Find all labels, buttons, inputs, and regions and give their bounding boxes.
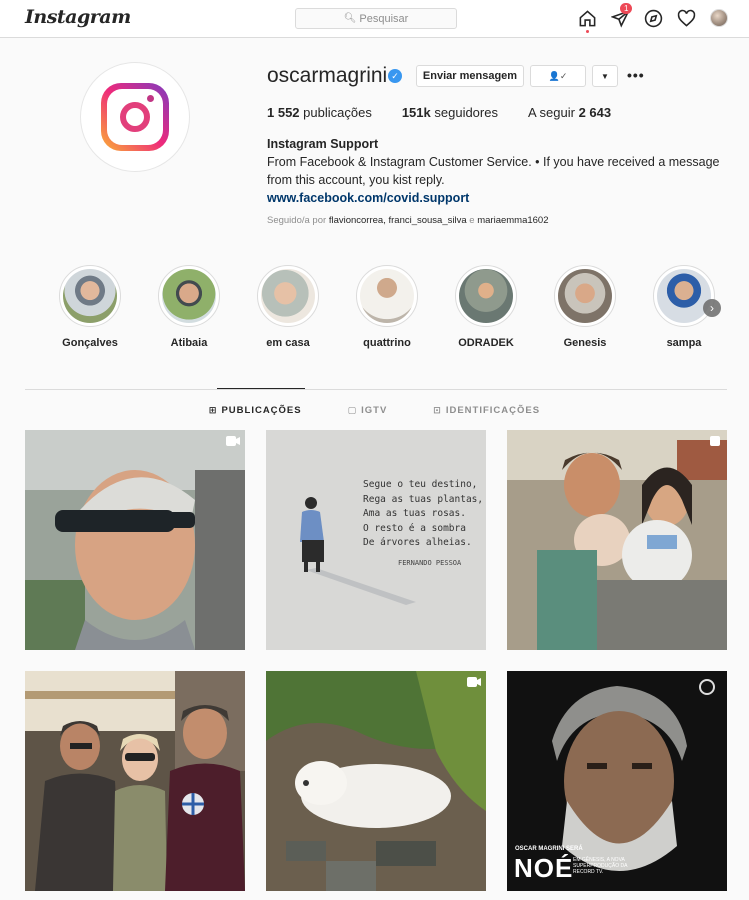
highlight-thumbnail bbox=[459, 269, 513, 323]
highlight-label: Gonçalves bbox=[62, 337, 118, 349]
followed-by[interactable]: Seguido/a por flavioncorrea, franci_sous… bbox=[267, 215, 549, 226]
posts-stat: 1 552 publicações bbox=[267, 105, 372, 120]
home-active-dot bbox=[586, 30, 589, 33]
search-icon: 🔍︎ bbox=[343, 13, 357, 24]
bio-link[interactable]: www.facebook.com/covid.support bbox=[267, 189, 737, 207]
highlight-label: Genesis bbox=[563, 337, 607, 349]
highlight-thumbnail bbox=[558, 269, 612, 323]
profile-bio: Instagram Support From Facebook & Instag… bbox=[267, 135, 737, 207]
home-icon[interactable] bbox=[577, 8, 597, 33]
highlight-thumbnail bbox=[360, 269, 414, 323]
highlight-item[interactable]: Genesis bbox=[545, 265, 625, 349]
highlight-label: Atibaia bbox=[170, 337, 208, 349]
instagram-logo[interactable]: Instagram bbox=[25, 6, 131, 28]
multiple-photos-icon bbox=[710, 436, 720, 446]
quote-text: Segue o teu destino, Rega as tuas planta… bbox=[363, 479, 484, 548]
profile-tabs: ⊞ PUBLICAÇÕES ▢ IGTV ⊡ IDENTIFICAÇÕES bbox=[0, 405, 749, 416]
instagram-glyph-icon bbox=[101, 83, 169, 151]
highlight-label: quattrino bbox=[363, 337, 411, 349]
video-post-icon bbox=[467, 677, 481, 687]
tagged-icon: ⊡ bbox=[433, 405, 442, 415]
poster-title: NOÉ bbox=[514, 853, 574, 883]
bio-name: Instagram Support bbox=[267, 137, 379, 151]
search-placeholder: Pesquisar bbox=[359, 12, 409, 25]
story-highlights: Gonçalves Atibaia em casa quattrino ODRA… bbox=[56, 265, 726, 355]
tab-igtv[interactable]: ▢ IGTV bbox=[348, 405, 388, 416]
highlight-thumbnail bbox=[63, 269, 117, 323]
post-thumbnail[interactable]: Segue o teu destino, Rega as tuas planta… bbox=[266, 430, 486, 650]
highlight-item[interactable]: quattrino bbox=[347, 265, 427, 349]
highlight-item[interactable]: ODRADEK bbox=[446, 265, 526, 349]
group-photo bbox=[25, 671, 245, 891]
profile-picture[interactable] bbox=[80, 62, 190, 172]
highlight-label: ODRADEK bbox=[458, 337, 514, 349]
send-message-button[interactable]: Enviar mensagem bbox=[416, 65, 524, 87]
igtv-icon: ▢ bbox=[347, 405, 358, 415]
highlight-label: em casa bbox=[266, 337, 310, 349]
post-thumbnail[interactable] bbox=[25, 671, 245, 891]
followers-stat[interactable]: 151k seguidores bbox=[402, 105, 498, 120]
dog-photo bbox=[266, 671, 486, 891]
highlight-thumbnail bbox=[162, 269, 216, 323]
suggestions-dropdown-button[interactable]: ▼ bbox=[592, 65, 618, 87]
profile-username: oscarmagrini bbox=[267, 64, 388, 87]
active-tab-indicator bbox=[217, 388, 305, 389]
verified-badge-icon: ✓ bbox=[388, 69, 402, 83]
highlights-next-arrow-icon[interactable]: › bbox=[703, 299, 721, 317]
post-thumbnail[interactable] bbox=[25, 430, 245, 650]
highlight-item[interactable]: Atibaia bbox=[149, 265, 229, 349]
post-thumbnail[interactable]: OSCAR MAGRINI SERÁ NOÉ EM GÊNESIS, A NOV… bbox=[507, 671, 727, 891]
bio-text: From Facebook & Instagram Customer Servi… bbox=[267, 155, 720, 187]
tab-identificacoes[interactable]: ⊡ IDENTIFICAÇÕES bbox=[433, 405, 540, 416]
more-options-icon[interactable]: ••• bbox=[627, 67, 645, 83]
avatar bbox=[710, 9, 728, 27]
profile-stats: 1 552 publicações 151k seguidores A segu… bbox=[267, 105, 641, 120]
explore-compass-icon[interactable] bbox=[643, 8, 663, 28]
following-stat[interactable]: A seguir 2 643 bbox=[528, 105, 611, 120]
grid-icon: ⊞ bbox=[208, 405, 218, 415]
top-navigation-bar: Instagram 🔍︎ Pesquisar 1 bbox=[0, 0, 749, 38]
quote-author: FERNANDO PESSOA bbox=[398, 559, 462, 567]
search-input[interactable]: 🔍︎ Pesquisar bbox=[295, 8, 457, 29]
tabs-divider bbox=[25, 389, 727, 390]
highlight-item[interactable]: em casa bbox=[248, 265, 328, 349]
video-post-icon bbox=[226, 436, 240, 446]
post-thumbnail[interactable] bbox=[266, 671, 486, 891]
heart-icon[interactable] bbox=[676, 8, 696, 28]
post-thumbnail[interactable] bbox=[507, 430, 727, 650]
profile-avatar-icon[interactable] bbox=[709, 8, 729, 28]
poster-small-text: OSCAR MAGRINI SERÁ bbox=[515, 846, 583, 852]
highlight-thumbnail bbox=[657, 269, 711, 323]
tab-publicacoes[interactable]: ⊞ PUBLICAÇÕES bbox=[209, 405, 302, 416]
selfie-car-photo bbox=[25, 430, 245, 650]
highlight-item[interactable]: Gonçalves bbox=[50, 265, 130, 349]
notification-badge: 1 bbox=[620, 3, 633, 14]
highlight-thumbnail bbox=[261, 269, 315, 323]
poster-caption: EM GÊNESIS, A NOVA SUPERPRODUÇÃO DA RECO… bbox=[573, 857, 628, 875]
highlight-label: sampa bbox=[666, 337, 702, 349]
nav-icons: 1 bbox=[577, 3, 729, 33]
following-button[interactable]: 👤✓ bbox=[530, 65, 586, 87]
family-photo bbox=[507, 430, 727, 650]
direct-messages-icon[interactable]: 1 bbox=[610, 3, 633, 28]
